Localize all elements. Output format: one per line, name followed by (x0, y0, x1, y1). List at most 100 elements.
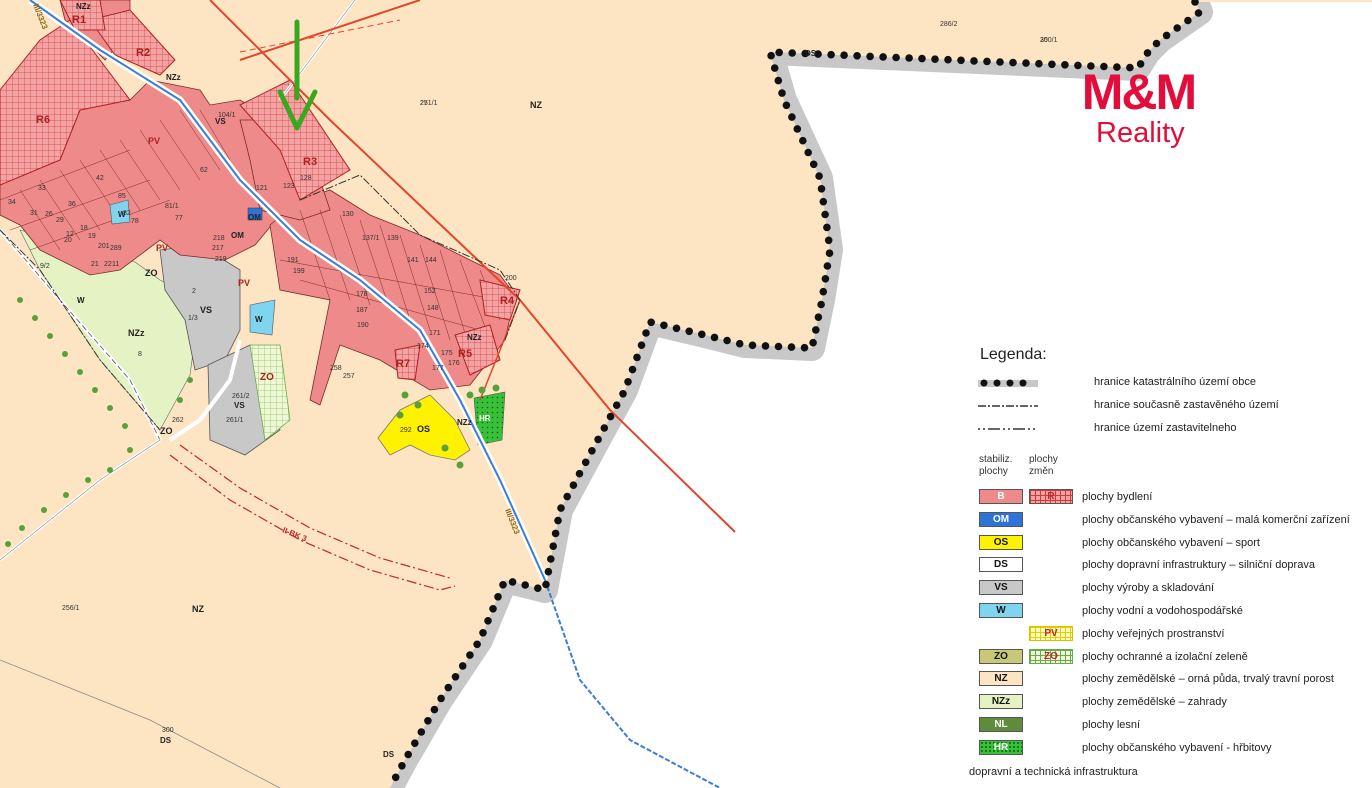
zone-label-r5: R5 (458, 348, 472, 360)
boundary-dot (594, 435, 602, 444)
zone-label-zo-2: ZO (145, 268, 158, 278)
boundary-dot (1022, 59, 1030, 67)
boundary-dot (494, 593, 502, 601)
parcel-number: 22 (104, 261, 112, 268)
legend-item-label: plochy občanského vybavení – malá komerč… (1082, 513, 1350, 526)
parcel-number: 289 (110, 245, 122, 252)
parcel-number: 27 (420, 100, 428, 107)
boundary-dot (879, 53, 887, 61)
zone-label-hr: HR (479, 414, 491, 423)
boundary-dot (660, 321, 668, 330)
zone-label-zo: ZO (260, 372, 274, 383)
boundary-dot (417, 728, 426, 736)
boundary-dot (698, 330, 706, 339)
brand-logo: M&M Reality (1056, 66, 1221, 148)
boundary-dot (804, 148, 812, 157)
legend-swatch: NZz (979, 694, 1023, 710)
boundary-dot (819, 287, 828, 296)
boundary-dot (588, 447, 596, 455)
boundary-dot (633, 353, 641, 362)
boundary-dot (931, 55, 939, 63)
parcel-number: 77 (175, 215, 183, 222)
boundary-dot (778, 89, 786, 97)
parcel-number: 62 (200, 167, 208, 174)
boundary-dot (814, 313, 823, 322)
zone-label-nzz-top: NZz (76, 2, 91, 11)
zone-label-zo-3: ZO (160, 426, 173, 436)
boundary-dot (581, 458, 590, 467)
boundary-dot (430, 705, 439, 714)
parcel-number: 9/2 (40, 263, 50, 270)
boundary-dot (391, 773, 400, 782)
boundary-dot (637, 341, 646, 350)
legend-item-label: plochy občanského vybavení - hřbitovy (1082, 741, 1272, 754)
dash-dot-line-icon (978, 405, 1038, 407)
legend-swatch: W (979, 603, 1023, 618)
boundary-dot (840, 51, 848, 59)
parcel-number: 26 (45, 211, 53, 218)
parcel-number: 219 (215, 256, 227, 263)
boundary-dot (1143, 49, 1152, 57)
boundary-dot (799, 136, 807, 145)
logo-subtitle: Reality (1096, 117, 1185, 149)
boundary-dot (508, 578, 517, 586)
parcel-number: 174 (417, 343, 429, 350)
zone-label-r7: R7 (396, 358, 410, 370)
legend-item-label: plochy veřejných prostranství (1082, 627, 1225, 640)
legend-swatch: NL (979, 717, 1023, 732)
boundary-dot (606, 412, 615, 421)
boundary-dot (521, 581, 529, 589)
boundary-dot (557, 504, 565, 512)
parcel-number: 217 (212, 245, 224, 252)
boundary-dot (774, 76, 783, 85)
boundary-dot (1048, 60, 1056, 69)
parcel-number: 261/2 (232, 393, 250, 400)
legend-item-label: plochy bydlení (1082, 491, 1153, 503)
boundary-dot (788, 113, 796, 121)
parcel-number: 144 (425, 257, 437, 264)
boundary-dot (983, 57, 991, 66)
boundary-dot (1009, 58, 1017, 67)
parcel-number: 21 (91, 261, 99, 268)
zone-label-nzz-r5: NZz (467, 333, 482, 342)
boundary-dot (685, 327, 693, 336)
legend-swatch: DS (979, 557, 1023, 573)
parcel-number: 187 (356, 307, 368, 314)
legend-swatch: ZO (979, 648, 1023, 664)
boundary-dot (821, 210, 829, 219)
parcel-number: 36 (68, 201, 76, 208)
boundary-dot (866, 52, 874, 61)
boundary-dot (612, 401, 621, 410)
parcel-number: 148 (427, 305, 439, 312)
zone-label-pv: PV (148, 136, 160, 146)
parcel-number: 81/1 (165, 203, 179, 210)
parcel-number: 8 (138, 351, 142, 358)
boundary-dot (793, 125, 802, 133)
parcel-number: 175 (441, 350, 453, 357)
boundary-dot (544, 567, 553, 576)
boundary-dot (489, 605, 497, 613)
boundary-dot (892, 53, 900, 62)
zone-label-r6: R6 (36, 114, 50, 126)
parcel-number: 218 (213, 235, 225, 242)
legend-swatch: B (979, 489, 1023, 504)
zone-label-pv-2: PV (156, 243, 168, 253)
parcel-number: 123 (283, 183, 295, 190)
zone-label-os: OS (417, 424, 430, 434)
boundary-dot (499, 581, 507, 589)
boundary-dot (600, 424, 609, 432)
legend-line-label: hranice území zastavitelneho (1094, 422, 1237, 434)
zone-label-nzz-2: NZz (166, 73, 181, 82)
boundary-dot (723, 336, 731, 345)
boundary-dot (970, 57, 978, 65)
boundary-dot (748, 341, 757, 350)
boundary-dot (775, 48, 783, 57)
boundary-dot (827, 50, 835, 59)
parcel-number: 292 (400, 427, 412, 434)
parcel-number: 139 (387, 235, 399, 242)
boundary-dot (473, 640, 481, 649)
legend-col-change: plochy změn (1029, 454, 1058, 477)
parcel-number: 82 (123, 210, 131, 217)
boundary-dot (817, 185, 826, 193)
parcel-number: 177 (432, 365, 444, 372)
